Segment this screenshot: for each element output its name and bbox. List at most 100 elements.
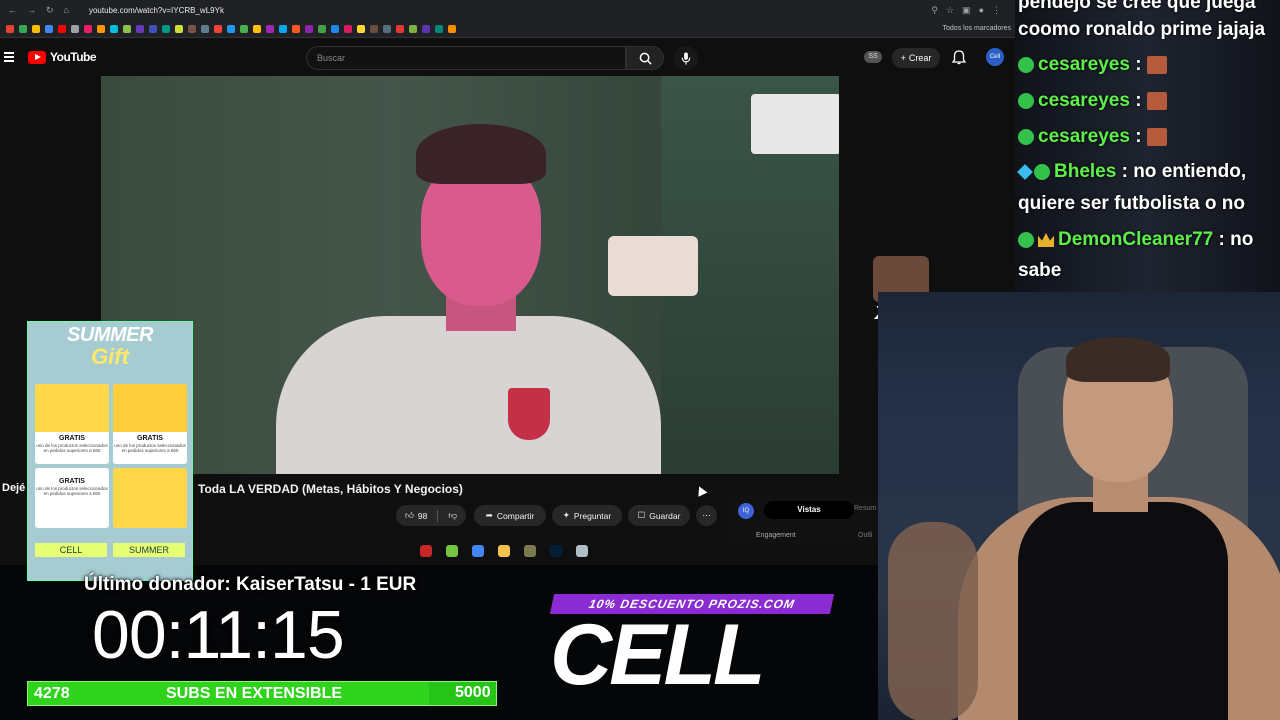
bookmark-icon[interactable] — [396, 24, 404, 33]
subscriber-badge-icon — [1018, 56, 1034, 73]
bookmark-icon[interactable] — [305, 24, 313, 33]
bookmark-icon[interactable] — [266, 24, 274, 33]
microphone-icon — [681, 51, 691, 65]
app-icon[interactable] — [524, 545, 536, 557]
extension-badge[interactable]: SS — [864, 51, 882, 63]
back-icon[interactable]: ← — [8, 5, 17, 15]
profile-icon[interactable]: ● — [979, 5, 984, 16]
search-button[interactable] — [626, 46, 664, 70]
photoshop-icon[interactable] — [550, 545, 562, 557]
bookmark-icon[interactable] — [409, 24, 417, 33]
notifications-bell-icon[interactable] — [951, 50, 967, 70]
save-button[interactable]: ☐ Guardar — [628, 505, 690, 526]
chat-message: cesareyes : — [1018, 54, 1167, 76]
tab-summary[interactable]: Resum — [854, 505, 876, 512]
tab-views[interactable]: Vistas — [764, 501, 854, 519]
chat-username[interactable]: cesareyes — [1038, 54, 1130, 75]
bookmark-icon[interactable] — [188, 24, 196, 33]
channel-name-partial[interactable]: Dejé — [2, 482, 25, 494]
reload-icon[interactable]: ↻ — [46, 5, 54, 16]
app-icon[interactable] — [576, 545, 588, 557]
promo-card-sub: uno de los productos seleccionados en pe… — [114, 443, 186, 453]
bookmark-icon[interactable] — [292, 24, 300, 33]
youtube-header: YouTube Buscar SS + Crear Cell — [0, 40, 1015, 76]
bookmark-icon[interactable] — [370, 24, 378, 33]
address-bar[interactable]: ← → ↻ ⌂ youtube.com/watch?v=IYCRB_wL9Yk … — [0, 0, 1015, 20]
bookmark-icon[interactable] — [279, 24, 287, 33]
bookmark-icon[interactable] — [253, 24, 261, 33]
app-icon[interactable] — [446, 545, 458, 557]
url-text[interactable]: youtube.com/watch?v=IYCRB_wL9Yk — [89, 6, 224, 15]
create-button[interactable]: + Crear — [892, 48, 940, 68]
os-taskbar — [420, 543, 610, 559]
extensions-icon[interactable]: ▣ — [962, 5, 971, 16]
search-icon — [639, 52, 652, 65]
bookmark-icon[interactable] — [201, 24, 209, 33]
thumbs-up-icon[interactable]: 👍︎ — [405, 510, 414, 521]
video-microphone — [608, 236, 698, 296]
share-icon: ➦ — [485, 510, 493, 520]
subs-goal: 5000 — [455, 684, 491, 701]
subscriber-badge-icon — [1018, 92, 1034, 109]
bookmark-icon[interactable] — [448, 24, 456, 33]
bookmark-icon[interactable] — [71, 24, 79, 33]
bookmark-icon[interactable] — [357, 24, 365, 33]
emote-icon — [1146, 55, 1167, 74]
voice-search-button[interactable] — [674, 46, 698, 70]
bookmark-icon[interactable] — [6, 24, 14, 33]
browser-menu-icon[interactable]: ⋮ — [992, 5, 1001, 16]
webcam-feed — [878, 292, 1280, 720]
bookmark-icon[interactable] — [84, 24, 92, 33]
extension-logo[interactable]: IQ — [738, 503, 754, 519]
hamburger-menu-icon[interactable] — [4, 52, 14, 62]
zoom-icon[interactable]: ⚲ — [931, 5, 938, 16]
bookmark-icon[interactable] — [227, 24, 235, 33]
app-icon[interactable] — [420, 545, 432, 557]
chat-username[interactable]: DemonCleaner77 — [1058, 229, 1213, 250]
bookmark-icon[interactable] — [19, 24, 27, 33]
bookmark-icon[interactable] — [45, 24, 53, 33]
subscriber-badge-icon — [1034, 163, 1050, 180]
bookmark-icon[interactable] — [32, 24, 40, 33]
bookmark-icon[interactable] — [110, 24, 118, 33]
folder-icon[interactable] — [498, 545, 510, 557]
bookmark-icon[interactable] — [123, 24, 131, 33]
bookmark-icon[interactable] — [240, 24, 248, 33]
bookmark-icon[interactable] — [331, 24, 339, 33]
star-icon[interactable]: ☆ — [946, 5, 954, 16]
promo-card — [113, 468, 187, 528]
chat-username[interactable]: cesareyes — [1038, 90, 1130, 111]
bookmark-icon[interactable] — [344, 24, 352, 33]
bookmark-icon[interactable] — [435, 24, 443, 33]
webcam-person-tank-top — [1018, 502, 1228, 720]
account-avatar[interactable]: Cell — [986, 48, 1004, 66]
bookmark-icon[interactable] — [97, 24, 105, 33]
forward-icon[interactable]: → — [27, 5, 36, 15]
chrome-icon[interactable] — [472, 545, 484, 557]
home-icon[interactable]: ⌂ — [64, 5, 69, 15]
bookmark-icon[interactable] — [422, 24, 430, 33]
share-button[interactable]: ➦ Compartir — [474, 505, 546, 526]
chat-username[interactable]: cesareyes — [1038, 126, 1130, 147]
more-actions-button[interactable]: ⋯ — [696, 505, 717, 526]
ask-button[interactable]: ✦ Preguntar — [552, 505, 622, 526]
bookmark-icon[interactable] — [149, 24, 157, 33]
outliers-label: Outli — [858, 532, 873, 539]
analytics-extension-panel: IQ Vistas Resum Engagement Outli — [728, 496, 878, 546]
video-player[interactable] — [101, 76, 839, 474]
bookmark-icon[interactable] — [58, 24, 66, 33]
all-bookmarks-link[interactable]: Todos los marcadores — [943, 25, 1015, 32]
search-input[interactable]: Buscar — [306, 46, 626, 70]
cube-badge-icon — [1017, 164, 1033, 180]
youtube-logo[interactable]: YouTube — [28, 50, 97, 64]
like-dislike-button[interactable]: 👍︎ 98 👎︎ — [396, 505, 466, 526]
bookmark-icon[interactable] — [214, 24, 222, 33]
bookmark-icon[interactable] — [318, 24, 326, 33]
bookmark-icon[interactable] — [136, 24, 144, 33]
thumbs-down-icon[interactable]: 👎︎ — [448, 510, 457, 521]
stream-chat: pendejo se cree que juega coomo ronaldo … — [1015, 0, 1280, 292]
bookmark-icon[interactable] — [162, 24, 170, 33]
bookmark-icon[interactable] — [175, 24, 183, 33]
chat-username[interactable]: Bheles — [1054, 161, 1116, 182]
bookmark-icon[interactable] — [383, 24, 391, 33]
